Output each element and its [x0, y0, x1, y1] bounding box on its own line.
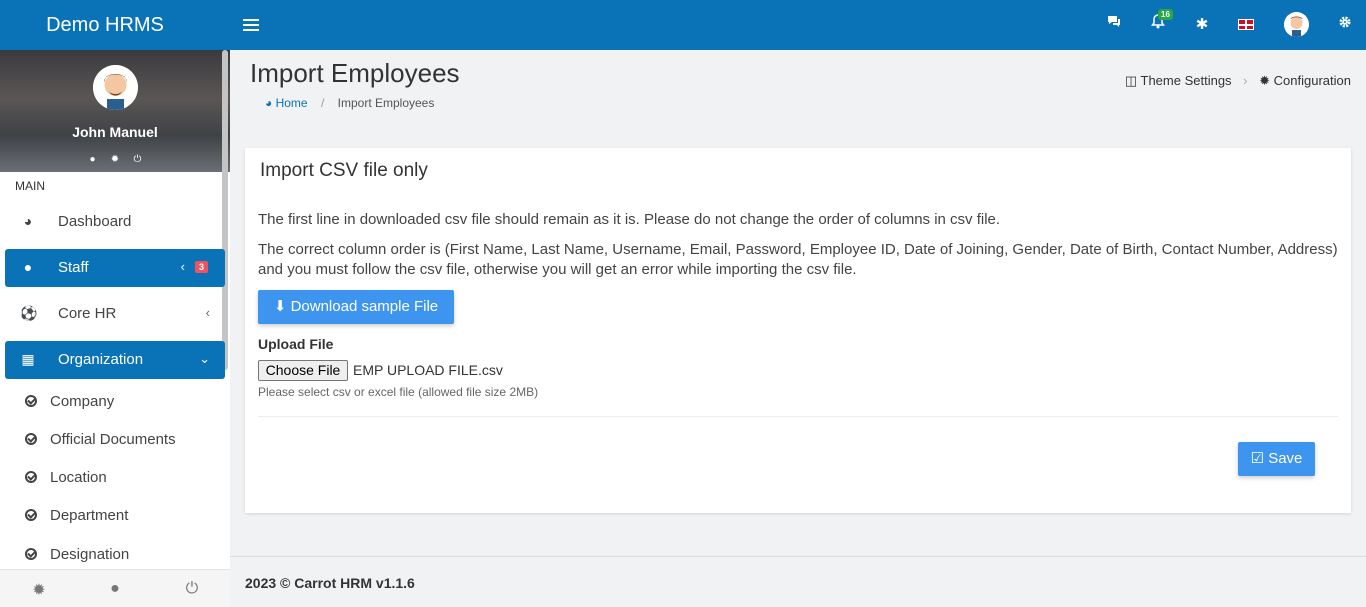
check-circle-icon [25, 509, 37, 521]
header-links: ◫ Theme Settings › ✹ Configuration [1125, 73, 1351, 89]
gear-icon[interactable]: ✹ [106, 154, 124, 165]
menu-toggle-icon[interactable] [243, 16, 259, 34]
sidebar-subitem-label: Company [50, 393, 115, 410]
check-square-icon: ☑ [1250, 450, 1265, 467]
asterisk-icon[interactable]: ✱ [1190, 13, 1214, 37]
sidebar: John Manuel ● ✹ ⏻ MAIN ◕ Dashboard ● Sta… [0, 50, 230, 607]
sidebar-subitem-label: Official Documents [50, 431, 176, 448]
configuration-label: Configuration [1273, 73, 1351, 88]
selected-file-name: EMP UPLOAD FILE.csv [353, 362, 503, 378]
instruction-text: The first line in downloaded csv file sh… [258, 211, 1001, 228]
chevron-down-icon: ⌄ [199, 351, 210, 366]
user-icon[interactable]: ● [84, 154, 102, 165]
power-icon[interactable]: ⏻ [182, 580, 202, 598]
sidebar-subitem-designation[interactable]: Designation [0, 540, 220, 570]
choose-file-button[interactable]: Choose File [258, 360, 348, 381]
chevron-right-icon: › [1243, 73, 1248, 88]
soccer-ball-icon: ⚽ [20, 305, 38, 321]
profile-panel: John Manuel ● ✹ ⏻ [0, 50, 230, 172]
staff-count-badge: 3 [195, 261, 209, 273]
sidebar-subitem-label: Department [50, 507, 129, 524]
page-title: Import Employees [250, 58, 460, 88]
page-footer: 2023 © Carrot HRM v1.1.6 [230, 556, 1366, 607]
check-circle-icon [25, 433, 37, 445]
sidebar-item-core-hr[interactable]: ⚽ Core HR ‹ [5, 295, 225, 333]
card-title: Import CSV file only [260, 160, 428, 181]
gear-icon: ✹ [1259, 73, 1271, 88]
sidebar-subitem-location[interactable]: Location [0, 463, 220, 493]
gear-icon[interactable]: ✹ [29, 580, 49, 599]
user-avatar[interactable] [1284, 12, 1309, 37]
sidebar-subitem-department[interactable]: Department [0, 501, 220, 531]
user-icon: ● [23, 259, 33, 275]
top-navbar: Demo HRMS 16 ✱ [0, 0, 1366, 50]
sidebar-footer: ✹ ● ⏻ [0, 569, 230, 607]
brand-logo[interactable]: Demo HRMS [0, 0, 230, 50]
sidebar-subitem-company[interactable]: Company [0, 387, 220, 417]
download-sample-label: Download sample File [290, 298, 439, 315]
save-button[interactable]: ☑ Save [1238, 442, 1315, 476]
sidebar-subitem-official-documents[interactable]: Official Documents [0, 425, 220, 455]
copyright-text: 2023 © Carrot HRM v1.1.6 [245, 575, 415, 591]
sidebar-item-label: Dashboard [58, 213, 132, 230]
check-circle-icon [25, 395, 37, 407]
settings-gear-icon[interactable] [1333, 13, 1357, 37]
chevron-left-icon: ‹ [180, 259, 185, 274]
sidebar-item-label: Organization [58, 351, 144, 368]
download-icon: ⬇ [273, 298, 287, 315]
save-label: Save [1268, 450, 1303, 467]
configuration-link[interactable]: ✹ Configuration [1259, 73, 1351, 88]
upload-help-text: Please select csv or excel file (allowed… [258, 385, 539, 399]
power-icon[interactable]: ⏻ [128, 154, 146, 165]
breadcrumb-home-label: Home [275, 96, 308, 110]
check-circle-icon [25, 548, 37, 560]
check-circle-icon [25, 471, 37, 483]
theme-settings-link[interactable]: ◫ Theme Settings [1125, 73, 1235, 88]
sidebar-item-staff[interactable]: ● Staff ‹ 3 [5, 249, 225, 287]
breadcrumb-current: Import Employees [337, 96, 435, 110]
upload-file-label: Upload File [258, 336, 334, 352]
sidebar-item-organization[interactable]: ▦ Organization ⌄ [5, 341, 225, 379]
sidebar-item-label: Core HR [58, 305, 117, 322]
download-sample-button[interactable]: ⬇ Download sample File [258, 290, 454, 324]
columns-icon: ◫ [1124, 73, 1138, 88]
chat-icon[interactable] [1102, 13, 1126, 37]
profile-name: John Manuel [72, 124, 158, 140]
dashboard-icon: ◕ [23, 213, 33, 229]
breadcrumb-separator: / [320, 96, 325, 110]
profile-actions: ● ✹ ⏻ [0, 149, 230, 167]
column-order-text: The correct column order is (First Name,… [258, 241, 1338, 278]
building-icon: ▦ [21, 351, 35, 367]
chevron-left-icon: ‹ [205, 305, 210, 320]
notification-badge: 16 [1158, 9, 1173, 20]
sidebar-subitem-label: Location [50, 469, 107, 486]
divider [258, 416, 1338, 417]
section-label: MAIN [15, 179, 45, 193]
dashboard-icon: ◕ [265, 96, 273, 110]
profile-avatar[interactable] [93, 65, 138, 110]
sidebar-item-dashboard[interactable]: ◕ Dashboard [5, 203, 225, 241]
language-flag-icon[interactable] [1238, 19, 1254, 30]
breadcrumb-home[interactable]: ◕ Home [265, 96, 311, 110]
user-icon[interactable]: ● [105, 580, 125, 598]
theme-settings-label: Theme Settings [1140, 73, 1232, 88]
sidebar-subitem-label: Designation [50, 546, 130, 563]
sidebar-item-label: Staff [58, 259, 89, 276]
import-card: Import CSV file only The first line in d… [245, 148, 1351, 513]
breadcrumb: ◕ Home / Import Employees [265, 96, 434, 110]
